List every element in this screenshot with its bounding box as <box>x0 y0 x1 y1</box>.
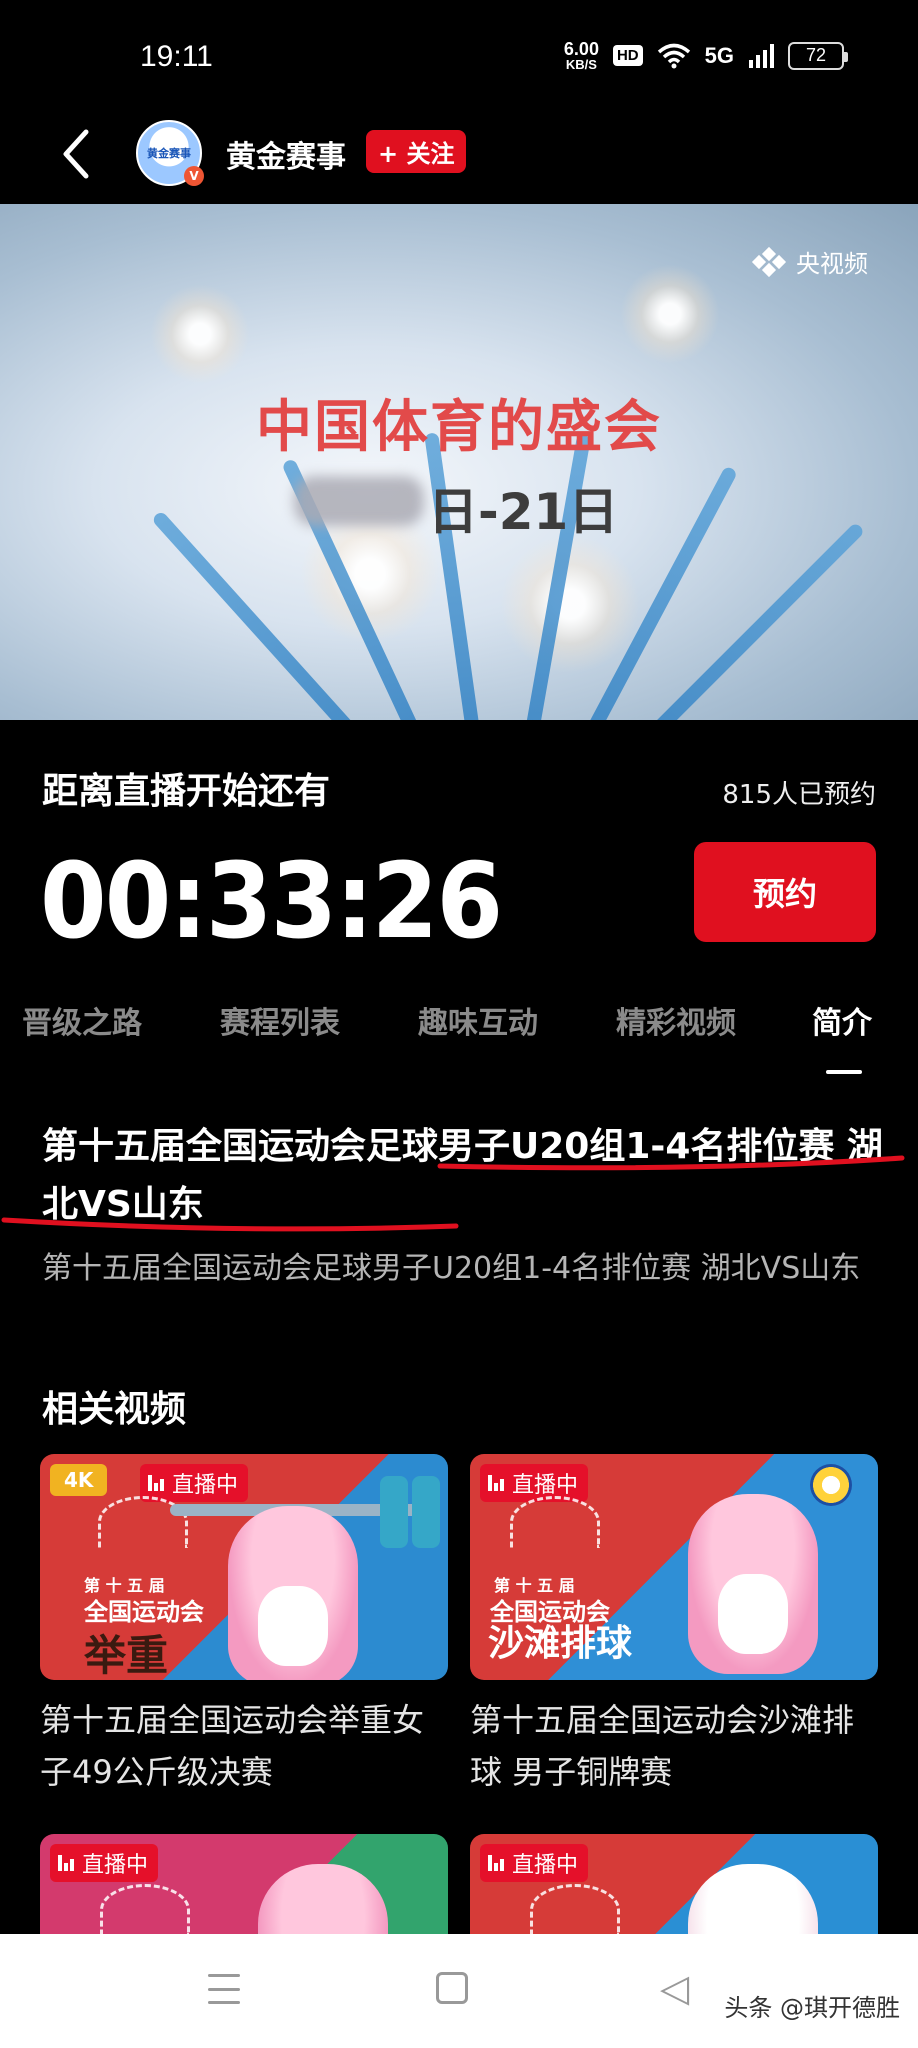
firework-graphic <box>620 264 720 364</box>
banner-title: 中国体育的盛会 <box>256 395 662 460</box>
live-badge-label: 直播中 <box>512 1853 579 1878</box>
back-triangle-icon[interactable]: ◁ <box>660 1966 689 2010</box>
home-square-icon[interactable] <box>436 1972 468 2004</box>
sport-name-text: 沙滩排球 <box>488 1623 633 1664</box>
barbell-plate <box>380 1476 408 1548</box>
hd-icon: HD <box>612 45 643 66</box>
barbell-plate <box>412 1476 440 1548</box>
firework-graphic <box>150 284 250 384</box>
tab-intro[interactable]: 简介 <box>812 998 872 1042</box>
live-bars-icon <box>488 1475 504 1491</box>
net-speed: 6.00 KB/S <box>564 40 599 71</box>
cctv-video-logo: 央视频 <box>750 244 868 279</box>
status-time: 19:11 <box>140 40 213 73</box>
top-header: 黄金赛事 V 黄金赛事 + 关注 <box>0 112 918 204</box>
countdown-timer: 00:33:26 <box>40 840 503 962</box>
reserved-count: 815人已预约 <box>722 780 876 810</box>
live-badge: 直播中 <box>50 1844 159 1882</box>
countdown-label: 距离直播开始还有 <box>42 771 331 812</box>
video-thumbnail[interactable]: 4K 直播中 第 十 五 届 全国运动会 举重 <box>40 1454 448 1680</box>
event-description: 第十五届全国运动会足球男子U20组1-4名排位赛 湖北VS山东 <box>42 1251 861 1286</box>
battery-icon: 72 <box>788 41 848 70</box>
status-bar: 19:11 6.00 KB/S HD 5G 72 <box>0 0 918 112</box>
signal-bars-icon <box>749 43 774 68</box>
cctv-logo-icon <box>750 246 788 277</box>
signal-icon: 5G <box>704 42 734 68</box>
volleyball-icon <box>810 1464 852 1506</box>
wifi-icon <box>657 43 690 68</box>
channel-name[interactable]: 黄金赛事 <box>226 132 346 176</box>
cctv-logo-text: 央视频 <box>796 250 868 278</box>
menu-icon[interactable] <box>208 1974 240 2004</box>
reserve-button[interactable]: 预约 <box>694 842 876 942</box>
verified-icon: V <box>184 166 204 186</box>
tab-schedule[interactable]: 赛程列表 <box>220 998 340 1042</box>
tab-highlights[interactable]: 精彩视频 <box>616 998 736 1042</box>
sport-name-text: 举重 <box>84 1631 169 1680</box>
live-badge-label: 直播中 <box>82 1853 149 1878</box>
card-title[interactable]: 第十五届全国运动会举重女子49公斤级决赛 <box>40 1694 448 1798</box>
related-video-card[interactable]: 直播中 第 十 五 届 全国运动会 沙滩排球 第十五届全国运动会沙滩排球 男子铜… <box>470 1454 878 1798</box>
live-bars-icon <box>58 1855 74 1871</box>
banner-date-text: 日-21日 <box>428 483 619 541</box>
live-bars-icon <box>148 1475 164 1491</box>
mascot-graphic <box>688 1494 818 1674</box>
tab-bar: 晋级之路 赛程列表 趣味互动 精彩视频 简介 <box>0 998 918 1068</box>
back-arrow-icon[interactable] <box>58 126 98 182</box>
system-nav-bar: ◁ 头条 @琪开德胜 <box>0 1934 918 2048</box>
games-emblem-icon <box>530 1884 620 1936</box>
live-bars-icon <box>488 1855 504 1871</box>
status-icons: 6.00 KB/S HD 5G 72 <box>564 40 848 71</box>
live-badge: 直播中 <box>480 1844 589 1882</box>
watermark-text: 头条 @琪开德胜 <box>724 1994 900 2022</box>
live-badge-label: 直播中 <box>172 1473 239 1498</box>
follow-button[interactable]: + 关注 <box>366 130 467 173</box>
net-speed-value: 6.00 <box>563 39 599 59</box>
net-speed-unit: KB/S <box>565 57 597 72</box>
related-videos-heading: 相关视频 <box>42 1389 187 1430</box>
badge-4k: 4K <box>50 1464 108 1496</box>
live-badge-label: 直播中 <box>512 1473 579 1498</box>
event-title: 第十五届全国运动会足球男子U20组1-4名排位赛 湖北VS山东 <box>42 1126 883 1225</box>
avatar-text: 黄金赛事 <box>147 147 191 160</box>
active-tab-indicator <box>826 1070 862 1074</box>
mascot-graphic <box>228 1506 358 1680</box>
battery-level: 72 <box>805 45 827 65</box>
video-thumbnail[interactable]: 直播中 第 十 五 届 全国运动会 沙滩排球 <box>470 1454 878 1680</box>
video-banner[interactable]: 央视频 中国体育的盛会 日-21日 <box>0 204 918 720</box>
tab-interaction[interactable]: 趣味互动 <box>418 998 538 1042</box>
card-title[interactable]: 第十五届全国运动会沙滩排球 男子铜牌赛 <box>470 1694 878 1798</box>
blurred-date-mask <box>294 476 424 526</box>
channel-avatar[interactable]: 黄金赛事 V <box>136 120 204 186</box>
tab-promotion-path[interactable]: 晋级之路 <box>22 998 142 1042</box>
games-emblem-icon <box>510 1496 600 1548</box>
games-emblem-icon <box>100 1884 190 1936</box>
related-video-card[interactable]: 4K 直播中 第 十 五 届 全国运动会 举重 第十五届全国运动会举重女子49公… <box>40 1454 448 1798</box>
live-badge: 直播中 <box>480 1464 589 1502</box>
banner-date: 日-21日 <box>428 472 618 544</box>
